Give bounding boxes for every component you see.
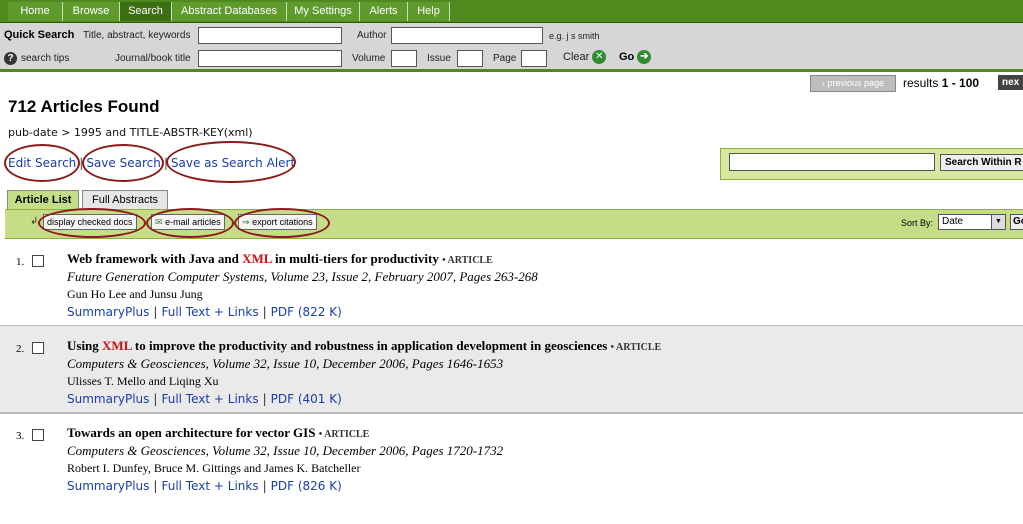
annotation-oval: [4, 144, 80, 182]
article-authors: Gun Ho Lee and Junsu Jung: [67, 287, 203, 301]
volume-input[interactable]: [391, 50, 417, 67]
full-text-link[interactable]: Full Text + Links: [161, 392, 258, 406]
page-input[interactable]: [521, 50, 547, 67]
article-source: Computers & Geosciences, Volume 32, Issu…: [67, 356, 504, 371]
nav-tab-home[interactable]: Home: [8, 2, 63, 21]
article-links: SummaryPlus | Full Text + Links | PDF (822 K…: [67, 305, 342, 319]
summaryplus-link[interactable]: SummaryPlus: [67, 392, 149, 406]
article-type: • ARTICLE: [318, 429, 370, 440]
article-authors: Ulisses T. Mello and Liqing Xu: [67, 374, 219, 388]
nav-tab-search[interactable]: Search: [120, 2, 172, 21]
title-abstract-input[interactable]: [198, 27, 342, 44]
page-label: Page: [493, 53, 517, 64]
journal-label: Journal/book title: [115, 53, 191, 64]
chevron-down-icon: ▼: [991, 215, 1005, 229]
article-row: 2. Using XML to improve the productivity…: [0, 326, 1023, 414]
quick-search-panel: Quick Search Title, abstract, keywords A…: [0, 23, 1023, 72]
clear-label: Clear: [563, 50, 590, 63]
article-type: • ARTICLE: [442, 255, 493, 266]
query-string: pub-date > 1995 and TITLE-ABSTR-KEY(xml): [8, 126, 253, 139]
title-highlight: XML: [102, 338, 132, 353]
article-number: 1.: [16, 256, 25, 268]
summaryplus-link[interactable]: SummaryPlus: [67, 305, 149, 319]
page-title: 712 Articles Found: [8, 97, 160, 116]
pdf-link[interactable]: PDF (826 K): [271, 479, 342, 493]
issue-label: Issue: [427, 53, 451, 64]
article-number: 2.: [16, 343, 25, 355]
article-number: 3.: [16, 430, 25, 442]
article-source: Computers & Geosciences, Volume 32, Issu…: [67, 443, 504, 458]
article-row: 1. Web framework with Java and XML in mu…: [0, 239, 1023, 327]
nav-tab-browse[interactable]: Browse: [63, 2, 120, 21]
close-icon: ✕: [592, 50, 607, 64]
nav-tab-my-settings[interactable]: My Settings: [287, 2, 360, 21]
tab-article-list[interactable]: Article List: [7, 190, 79, 209]
title-abstract-label: Title, abstract, keywords: [83, 30, 191, 41]
issue-input[interactable]: [457, 50, 483, 67]
annotation-oval: [82, 144, 164, 182]
title-text: to improve the productivity and robustne…: [131, 338, 608, 353]
nav-tab-abstract-databases[interactable]: Abstract Databases: [172, 2, 287, 21]
search-within-button[interactable]: Search Within R: [940, 154, 1023, 171]
sort-select[interactable]: Date ▼: [938, 214, 1006, 230]
search-within-panel: Search Within R: [720, 148, 1023, 180]
article-authors: Robert I. Dunfey, Bruce M. Gittings and …: [67, 461, 361, 475]
pdf-link[interactable]: PDF (401 K): [271, 392, 342, 406]
annotation-oval: [234, 208, 330, 238]
sort-value: Date: [942, 216, 964, 227]
quick-search-label: Quick Search: [4, 29, 75, 41]
results-prefix: results: [903, 76, 939, 90]
full-text-link[interactable]: Full Text + Links: [161, 479, 258, 493]
help-icon[interactable]: ?: [4, 52, 17, 65]
go-label: Go: [619, 50, 635, 63]
article-links: SummaryPlus | Full Text + Links | PDF (401 K…: [67, 392, 342, 406]
go-button[interactable]: Go ➔: [619, 50, 652, 64]
author-hint: e.g. j s smith: [549, 31, 600, 41]
sort-by-label: Sort By:: [901, 218, 934, 228]
full-text-link[interactable]: Full Text + Links: [161, 305, 258, 319]
title-text: Towards an open architecture for vector …: [67, 425, 316, 440]
article-title[interactable]: Web framework with Java and XML in multi…: [67, 251, 493, 267]
top-nav: Home Browse Search Abstract Databases My…: [0, 0, 1023, 23]
results-range: 1 - 100: [941, 76, 980, 90]
article-row: 3. Towards an open architecture for vect…: [0, 413, 1023, 499]
article-title[interactable]: Using XML to improve the productivity an…: [67, 338, 661, 354]
article-checkbox[interactable]: [32, 255, 44, 267]
search-within-input[interactable]: [729, 153, 935, 171]
nav-tab-help[interactable]: Help: [408, 2, 450, 21]
volume-label: Volume: [352, 53, 386, 64]
previous-page-button[interactable]: ‹ previous page: [810, 75, 896, 92]
tab-full-abstracts[interactable]: Full Abstracts: [82, 190, 168, 209]
article-checkbox[interactable]: [32, 429, 44, 441]
sort-go-button[interactable]: Go: [1010, 214, 1023, 230]
nav-tab-alerts[interactable]: Alerts: [360, 2, 408, 21]
article-source: Future Generation Computer Systems, Volu…: [67, 269, 538, 284]
title-text: Web framework with Java and: [67, 251, 243, 266]
clear-button[interactable]: Clear ✕: [563, 50, 607, 64]
title-text: Using: [67, 338, 103, 353]
next-page-button[interactable]: nex: [998, 75, 1023, 90]
annotation-oval: [146, 208, 234, 238]
pdf-link[interactable]: PDF (822 K): [271, 305, 342, 319]
journal-input[interactable]: [198, 50, 342, 67]
author-input[interactable]: [391, 27, 543, 44]
summaryplus-link[interactable]: SummaryPlus: [67, 479, 149, 493]
title-highlight: XML: [242, 251, 272, 266]
title-text: in multi-tiers for productivity: [271, 251, 439, 266]
author-label: Author: [357, 30, 387, 41]
article-title[interactable]: Towards an open architecture for vector …: [67, 425, 369, 441]
annotation-oval: [166, 141, 296, 183]
article-links: SummaryPlus | Full Text + Links | PDF (826 K…: [67, 479, 342, 493]
results-count: results 1 - 100: [903, 76, 979, 90]
annotation-oval: [38, 208, 146, 238]
article-checkbox[interactable]: [32, 342, 44, 354]
article-type: • ARTICLE: [610, 342, 662, 353]
search-tips-link[interactable]: search tips: [21, 53, 69, 64]
arrow-right-icon: ➔: [637, 50, 652, 64]
